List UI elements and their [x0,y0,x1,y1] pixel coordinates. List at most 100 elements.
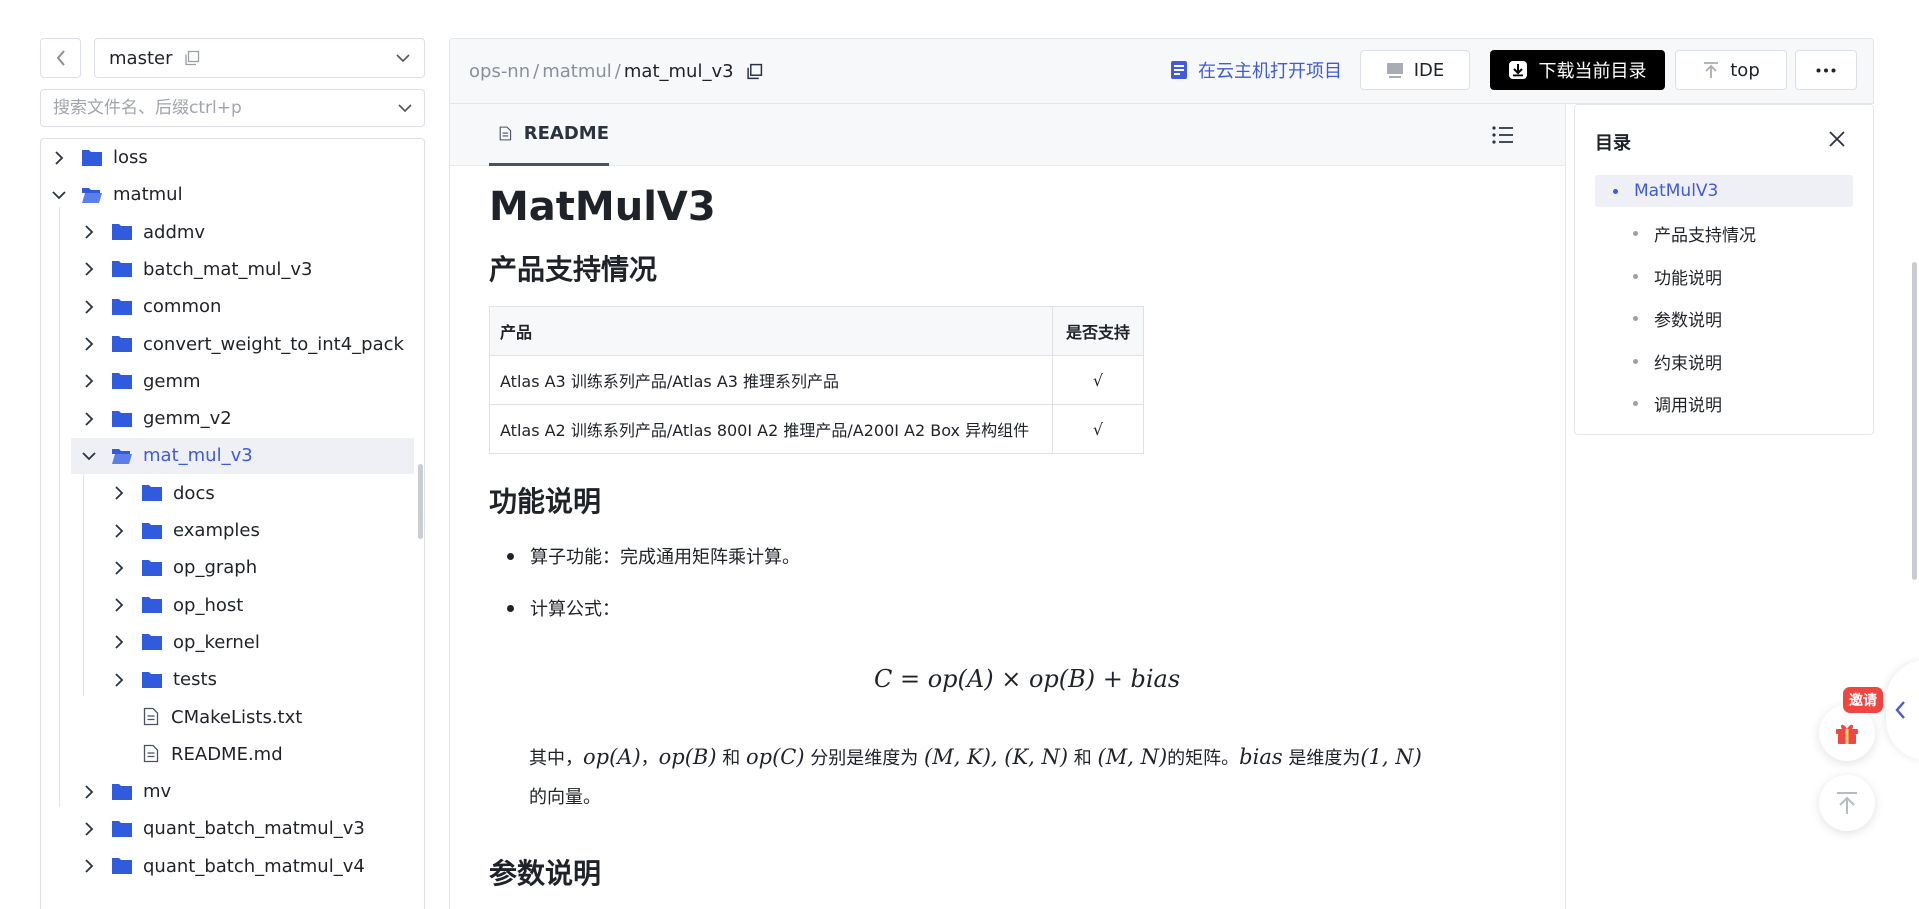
page-scrollbar[interactable] [1912,262,1917,580]
invite-button[interactable] [1819,705,1875,761]
heading-function: 功能说明 [489,485,602,518]
chevron-right-icon[interactable] [81,784,97,800]
branch-name: master [109,47,173,69]
chevron-right-icon[interactable] [81,336,97,352]
file-search-input[interactable] [53,98,398,118]
tree-item[interactable]: tests [41,662,414,698]
chevron-right-icon[interactable] [81,373,97,389]
product-support-table: 产品 是否支持 Atlas A3 训练系列产品/Atlas A3 推理系列产品 … [489,306,1144,454]
toc-item[interactable]: 参数说明 [1595,303,1853,335]
tree-item[interactable]: quant_batch_matmul_v4 [41,848,414,884]
readme-title: MatMulV3 [489,184,716,230]
chevron-right-icon[interactable] [111,560,127,576]
tree-item[interactable]: gemm [41,363,414,399]
copy-icon[interactable] [184,50,200,66]
more-button[interactable] [1795,50,1857,90]
file-icon [143,744,161,764]
chevron-right-icon[interactable] [111,523,127,539]
toc-item[interactable]: 功能说明 [1595,260,1853,292]
tree-item-label: examples [173,520,260,541]
chevron-right-icon[interactable] [81,224,97,240]
chevron-right-icon[interactable] [111,597,127,613]
tree-item[interactable]: op_graph [41,550,414,586]
toc-bullet [1633,358,1638,364]
chevron-down-icon[interactable] [81,448,97,464]
tree-item-label: gemm_v2 [143,408,232,430]
tree-item[interactable]: quant_batch_matmul_v3 [41,811,414,847]
folder-icon [141,671,163,689]
open-in-cloud-button[interactable]: 在云主机打开项目 [1170,50,1342,90]
folder-open-icon [111,447,133,465]
folder-icon [141,522,163,540]
ide-button[interactable]: IDE [1360,50,1470,90]
tree-item-label: op_host [173,594,244,616]
chevron-right-icon[interactable] [111,634,127,650]
math-formula: C = op(A) × op(B) + bias [874,665,1181,693]
tree-item[interactable]: op_kernel [41,624,414,660]
folder-icon [111,223,133,241]
tree-item-label: quant_batch_matmul_v4 [143,855,365,877]
download-label: 下载当前目录 [1538,61,1647,82]
chevron-down-icon[interactable] [51,187,67,203]
breadcrumb-separator: / [614,60,621,82]
tree-item[interactable]: loss [41,140,414,176]
list-item: 计算公式： [507,595,620,621]
math-run: (M, K), (K, N) [924,745,1069,769]
math-run: bias [1239,745,1283,769]
chevron-right-icon[interactable] [81,821,97,837]
breadcrumb-parent[interactable]: matmul [542,61,612,82]
tree-item[interactable]: common [41,289,414,325]
tree-item[interactable]: README.md [41,736,414,772]
download-directory-button[interactable]: 下载当前目录 [1490,50,1665,90]
chevron-right-icon[interactable] [111,485,127,501]
tree-item-label: batch_mat_mul_v3 [143,258,313,280]
path-toolbar: ops-nn / matmul / mat_mul_v3 在云主机打开项目 ID… [449,38,1874,104]
tree-item[interactable]: batch_mat_mul_v3 [41,251,414,287]
chevron-right-icon[interactable] [81,261,97,277]
breadcrumb-root[interactable]: ops-nn [469,61,530,82]
toc-item-label: 功能说明 [1654,268,1722,289]
table-cell-product: Atlas A3 训练系列产品/Atlas A3 推理系列产品 [489,355,1053,405]
chevron-right-icon[interactable] [81,858,97,874]
tree-item[interactable]: docs [41,475,414,511]
tree-item[interactable]: mv [41,774,414,810]
table-cell-supported: √ [1052,355,1144,405]
bullet-dot [507,604,514,612]
breadcrumb-separator: / [533,60,540,82]
formula-description: 其中，op(A)，op(B) 和 op(C) 分别是维度为 (M, K), (K… [529,744,1422,770]
chevron-right-icon[interactable] [81,299,97,315]
chevron-right-icon[interactable] [51,150,67,166]
tree-item[interactable]: gemm_v2 [41,401,414,437]
text-run: 和 [1068,748,1098,769]
tab-readme[interactable]: README [489,104,609,166]
tree-item[interactable]: convert_weight_to_int4_pack [41,326,414,362]
tree-scrollbar[interactable] [418,464,423,539]
tree-item[interactable]: examples [41,513,414,549]
toc-item[interactable]: 约束说明 [1595,345,1853,377]
tree-item[interactable]: addmv [41,214,414,250]
toc-item[interactable]: MatMulV3 [1595,175,1853,207]
tree-item[interactable]: CMakeLists.txt [41,699,414,735]
back-button[interactable] [40,38,81,78]
toc-bullet [1633,273,1638,279]
side-panel-handle[interactable] [1886,660,1919,760]
text-run: 的矩阵。 [1167,748,1240,769]
close-icon[interactable] [1827,129,1847,149]
top-button[interactable]: top [1675,50,1787,90]
toc-bullet [1633,316,1638,321]
toc-item[interactable]: 产品支持情况 [1595,218,1853,250]
tree-item[interactable]: op_host [41,587,414,623]
folder-icon [111,820,133,838]
tree-item[interactable]: mat_mul_v3 [71,437,414,474]
folder-icon [111,857,133,875]
back-to-top-button[interactable] [1819,775,1875,831]
chevron-right-icon[interactable] [81,411,97,427]
branch-selector[interactable]: master [94,38,425,78]
chevron-down-icon[interactable] [398,103,412,113]
toc-list-icon[interactable] [1491,124,1515,146]
readme-tabbar: README [450,104,1565,166]
copy-path-icon[interactable] [746,63,763,80]
toc-item[interactable]: 调用说明 [1595,388,1853,420]
chevron-right-icon[interactable] [111,672,127,688]
tree-item[interactable]: matmul [41,177,414,213]
